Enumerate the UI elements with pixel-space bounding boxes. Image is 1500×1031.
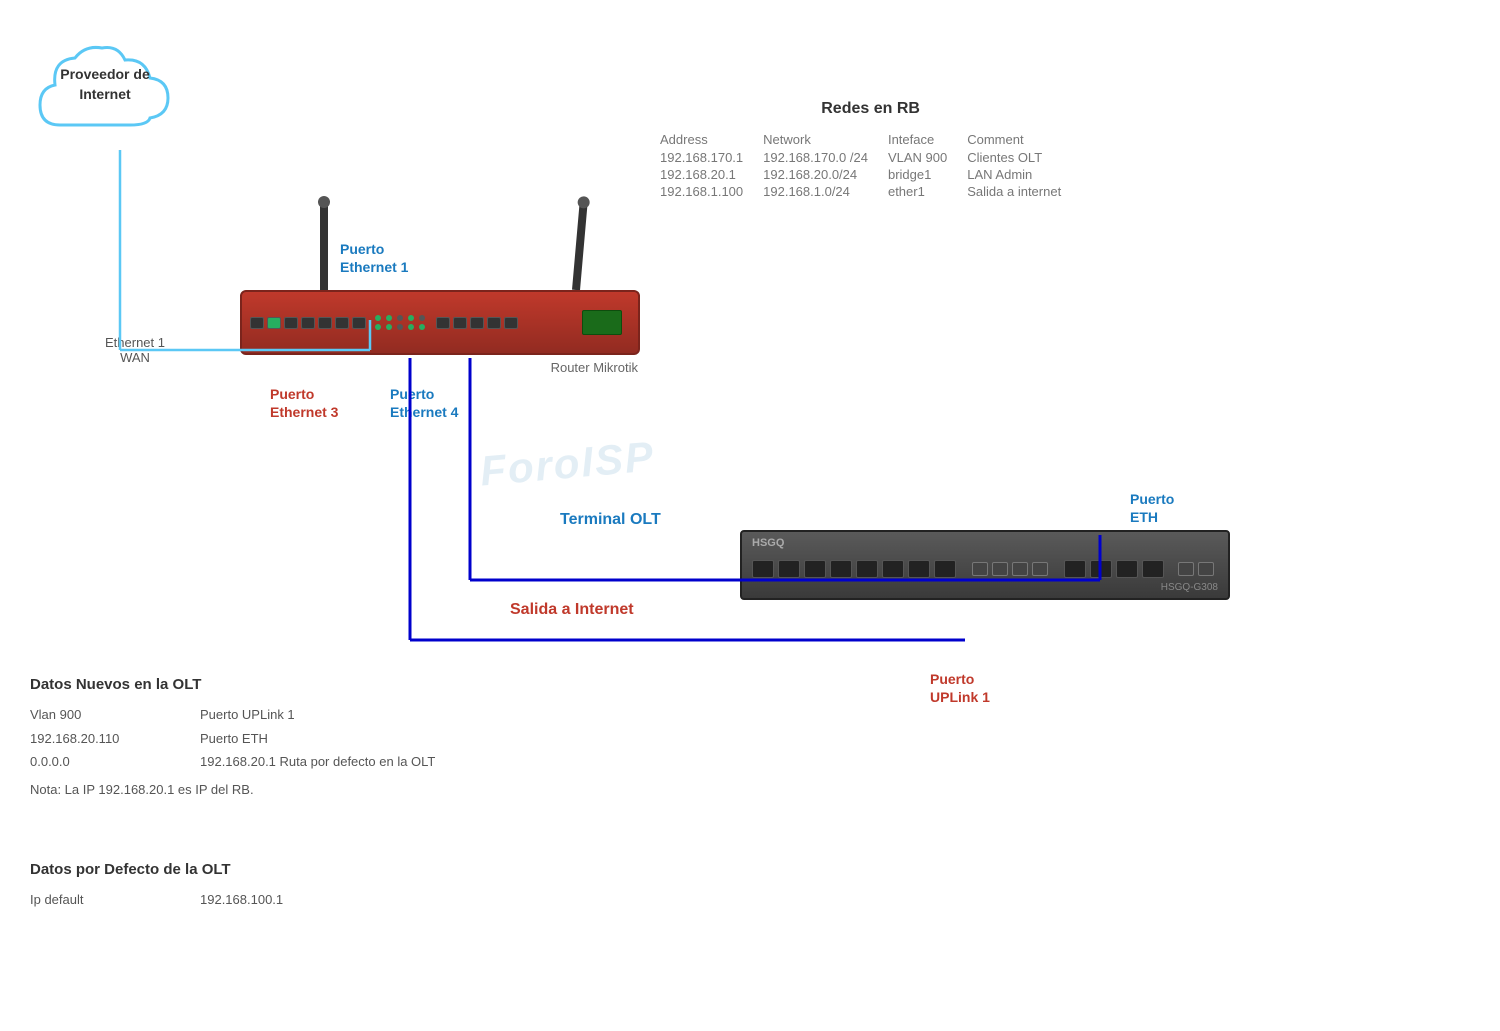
router-port-5	[318, 317, 332, 329]
network-3: 192.168.1.0/24	[763, 183, 888, 200]
olt-sfp-3	[804, 560, 826, 578]
ethernet-wan-label: Ethernet 1 WAN	[105, 335, 165, 365]
router-port-2	[267, 317, 281, 329]
comment-1: Clientes OLT	[967, 149, 1081, 166]
dn-key-2: 192.168.20.110	[30, 727, 190, 750]
salida-internet-label: Salida a Internet	[510, 600, 634, 621]
dn-val-3: 192.168.20.1 Ruta por defecto en la OLT	[200, 750, 435, 773]
datos-nuevos-section: Datos Nuevos en la OLT Vlan 900 Puerto U…	[30, 676, 435, 801]
puerto-uplink-label: Puerto UPLink 1	[930, 670, 990, 706]
olt-uplink-1	[1064, 560, 1086, 578]
puerto-eth4-label: Puerto Ethernet 4	[390, 385, 458, 421]
dn-val-2: Puerto ETH	[200, 727, 435, 750]
col-address: Address	[660, 130, 763, 149]
watermark: ForoISP	[478, 432, 657, 495]
redes-rb-title: Redes en RB	[660, 100, 1081, 118]
datos-nuevos-content: Vlan 900 Puerto UPLink 1 192.168.20.110 …	[30, 703, 435, 801]
table-row: 192.168.20.1 192.168.20.0/24 bridge1 LAN…	[660, 166, 1081, 183]
comment-2: LAN Admin	[967, 166, 1081, 183]
redes-rb-data: Address Network Inteface Comment 192.168…	[660, 130, 1081, 200]
olt-sfp-8	[934, 560, 956, 578]
dd-val-1: 192.168.100.1	[200, 888, 283, 911]
dn-key-1: Vlan 900	[30, 703, 190, 726]
router-port-4	[301, 317, 315, 329]
router-body: Router Mikrotik	[240, 290, 640, 355]
interface-3: ether1	[888, 183, 967, 200]
olt-uplink-2	[1090, 560, 1112, 578]
router-leds	[375, 315, 427, 330]
olt-mgmt-2	[1198, 562, 1214, 576]
terminal-olt-label: Terminal OLT	[560, 510, 661, 531]
olt-uplink-4	[1142, 560, 1164, 578]
router-port-3	[284, 317, 298, 329]
datos-nuevos-note: Nota: La IP 192.168.20.1 es IP del RB.	[30, 778, 435, 801]
olt-brand: HSGQ	[752, 537, 784, 549]
datos-nuevos-title: Datos Nuevos en la OLT	[30, 676, 435, 693]
table-row: 192.168.1.100 192.168.1.0/24 ether1 Sali…	[660, 183, 1081, 200]
col-comment: Comment	[967, 130, 1081, 149]
router-screen	[582, 310, 622, 335]
datos-defecto-content: Ip default 192.168.100.1	[30, 888, 283, 911]
olt-rj45-4	[1032, 562, 1048, 576]
antenna-left	[320, 200, 328, 290]
olt-body: HSGQ HSGQ-G308	[740, 530, 1230, 600]
col-interface: Inteface	[888, 130, 967, 149]
router-port-10	[470, 317, 484, 329]
table-row: 192.168.170.1 192.168.170.0 /24 VLAN 900…	[660, 149, 1081, 166]
olt-rj45-2	[992, 562, 1008, 576]
comment-3: Salida a internet	[967, 183, 1081, 200]
antenna-right	[572, 200, 588, 290]
router-port-8	[436, 317, 450, 329]
router-port-11	[487, 317, 501, 329]
router-port-7	[352, 317, 366, 329]
olt-mgmt-1	[1178, 562, 1194, 576]
router-port-12	[504, 317, 518, 329]
address-1: 192.168.170.1	[660, 149, 763, 166]
router-label: Router Mikrotik	[551, 360, 638, 375]
datos-defecto-title: Datos por Defecto de la OLT	[30, 861, 283, 878]
network-1: 192.168.170.0 /24	[763, 149, 888, 166]
olt-sfp-4	[830, 560, 852, 578]
interface-1: VLAN 900	[888, 149, 967, 166]
col-network: Network	[763, 130, 888, 149]
olt-rj45-1	[972, 562, 988, 576]
olt-sfp-5	[856, 560, 878, 578]
address-2: 192.168.20.1	[660, 166, 763, 183]
cloud-label: Proveedor de Internet	[30, 65, 180, 104]
olt-sfp-2	[778, 560, 800, 578]
olt-sfp-7	[908, 560, 930, 578]
address-3: 192.168.1.100	[660, 183, 763, 200]
puerto-eth3-label: Puerto Ethernet 3	[270, 385, 338, 421]
interface-2: bridge1	[888, 166, 967, 183]
redes-rb-table: Redes en RB Address Network Inteface Com…	[660, 100, 1081, 200]
olt-sfp-1	[752, 560, 774, 578]
puerto-eth1-label: Puerto Ethernet 1	[340, 240, 408, 276]
olt-sfp-6	[882, 560, 904, 578]
router-mikrotik: Router Mikrotik	[240, 290, 660, 370]
olt-uplink-3	[1116, 560, 1138, 578]
router-port-1	[250, 317, 264, 329]
datos-defecto-section: Datos por Defecto de la OLT Ip default 1…	[30, 861, 283, 911]
dn-key-3: 0.0.0.0	[30, 750, 190, 773]
olt-rj45-3	[1012, 562, 1028, 576]
network-2: 192.168.20.0/24	[763, 166, 888, 183]
dd-key-1: Ip default	[30, 888, 190, 911]
puerto-eth-label: Puerto ETH	[1130, 490, 1174, 526]
cloud-shape: Proveedor de Internet	[30, 40, 180, 150]
olt-model: HSGQ-G308	[1161, 582, 1218, 593]
router-port-9	[453, 317, 467, 329]
olt-ports	[752, 560, 1214, 578]
router-ports	[250, 315, 582, 330]
router-port-6	[335, 317, 349, 329]
dn-val-1: Puerto UPLink 1	[200, 703, 435, 726]
olt-device: HSGQ HSGQ-G308	[740, 530, 1240, 610]
